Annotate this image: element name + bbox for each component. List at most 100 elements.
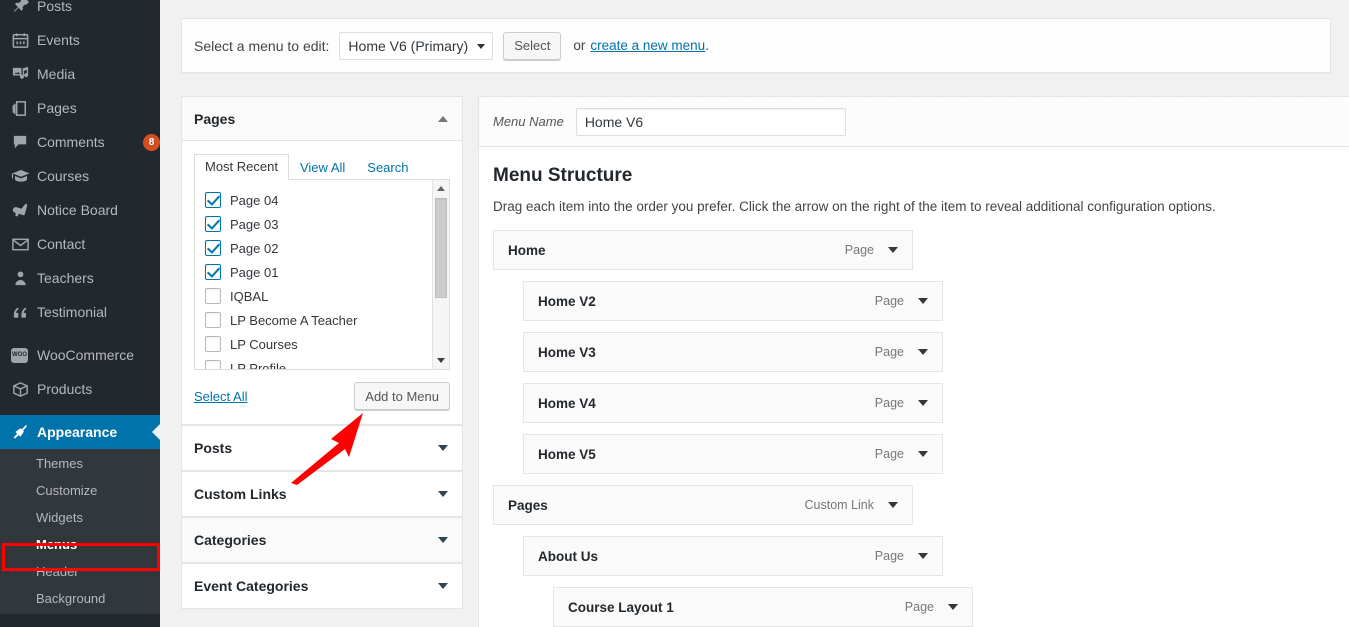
pages-list-scrollbar[interactable] — [432, 180, 449, 369]
sidebar-item-woocommerce[interactable]: WOO WooCommerce — [0, 338, 160, 372]
submenu-item-menus[interactable]: Menus — [0, 531, 160, 558]
submenu-item-widgets[interactable]: Widgets — [0, 504, 160, 531]
submenu-item-header[interactable]: Header — [0, 558, 160, 585]
sidebar-item-pages[interactable]: Pages — [0, 91, 160, 125]
sidebar-item-teachers[interactable]: Teachers — [0, 261, 160, 295]
paintbrush-icon — [11, 422, 37, 442]
categories-accordion-header[interactable]: Categories — [182, 518, 462, 562]
pages-checkbox-list: Page 04 Page 03 Page 02 — [194, 180, 450, 370]
pages-accordion-panel: Pages Most Recent View All Search Page — [181, 96, 463, 425]
tab-view-all[interactable]: View All — [289, 155, 356, 180]
list-item[interactable]: Page 03 — [205, 212, 449, 236]
menu-item-row[interactable]: Home Page — [493, 230, 913, 270]
posts-accordion-header[interactable]: Posts — [182, 426, 462, 470]
checkbox-page-02[interactable] — [205, 240, 221, 256]
list-item[interactable]: Page 04 — [205, 188, 449, 212]
menu-item-row[interactable]: Home V2 Page — [523, 281, 943, 321]
menu-item-title: About Us — [524, 549, 875, 564]
quote-icon — [11, 302, 37, 322]
menu-item-type: Page — [875, 294, 918, 308]
chevron-down-icon[interactable] — [918, 400, 928, 406]
graduation-cap-icon — [11, 166, 37, 186]
chevron-down-icon[interactable] — [438, 537, 448, 543]
menu-item-title: Home V4 — [524, 396, 875, 411]
chevron-down-icon[interactable] — [918, 349, 928, 355]
scroll-up-icon[interactable] — [437, 186, 445, 191]
chevron-down-icon[interactable] — [438, 583, 448, 589]
select-all-link[interactable]: Select All — [194, 389, 247, 404]
chevron-down-icon[interactable] — [888, 247, 898, 253]
sidebar-item-label: Appearance — [37, 424, 160, 440]
pages-accordion-body: Most Recent View All Search Page 04 — [182, 141, 462, 424]
tab-search[interactable]: Search — [356, 155, 419, 180]
custom-links-accordion-header[interactable]: Custom Links — [182, 472, 462, 516]
checkbox-page-04[interactable] — [205, 192, 221, 208]
menu-item-title: Pages — [494, 498, 805, 513]
list-item[interactable]: LP Profile — [205, 356, 449, 370]
chevron-up-icon[interactable] — [438, 116, 448, 122]
posts-accordion-title: Posts — [194, 440, 232, 456]
chevron-down-icon[interactable] — [888, 502, 898, 508]
chevron-down-icon[interactable] — [438, 445, 448, 451]
chevron-down-icon[interactable] — [948, 604, 958, 610]
megaphone-icon — [11, 200, 37, 220]
menu-name-input[interactable] — [576, 108, 846, 136]
checkbox-page-01[interactable] — [205, 264, 221, 280]
list-item-label: Page 01 — [230, 265, 278, 280]
submenu-item-customize[interactable]: Customize — [0, 477, 160, 504]
event-categories-accordion-panel: Event Categories — [181, 563, 463, 609]
menu-item-row[interactable]: Course Layout 1 Page — [553, 587, 973, 627]
list-item[interactable]: LP Become A Teacher — [205, 308, 449, 332]
checkbox-lp-become-a-teacher[interactable] — [205, 312, 221, 328]
submenu-item-background[interactable]: Background — [0, 585, 160, 612]
chevron-down-icon[interactable] — [438, 491, 448, 497]
sidebar-item-testimonial[interactable]: Testimonial — [0, 295, 160, 329]
list-item[interactable]: LP Courses — [205, 332, 449, 356]
chevron-down-icon[interactable] — [918, 553, 928, 559]
sidebar-item-contact[interactable]: Contact — [0, 227, 160, 261]
menu-item-row[interactable]: Pages Custom Link — [493, 485, 913, 525]
create-new-menu-link[interactable]: create a new menu — [590, 38, 705, 53]
categories-accordion-title: Categories — [194, 532, 266, 548]
menu-item-type: Page — [845, 243, 888, 257]
sidebar-item-notice-board[interactable]: Notice Board — [0, 193, 160, 227]
sidebar-item-label: Notice Board — [37, 202, 160, 218]
period-text: . — [705, 38, 709, 53]
menu-item-row[interactable]: Home V5 Page — [523, 434, 943, 474]
add-to-menu-button[interactable]: Add to Menu — [354, 382, 450, 410]
sidebar-item-media[interactable]: Media — [0, 57, 160, 91]
sidebar-item-products[interactable]: Products — [0, 372, 160, 406]
list-item[interactable]: Page 01 — [205, 260, 449, 284]
chevron-down-icon[interactable] — [918, 298, 928, 304]
scroll-down-icon[interactable] — [437, 358, 445, 363]
menu-item-row[interactable]: Home V3 Page — [523, 332, 943, 372]
submenu-item-themes[interactable]: Themes — [0, 450, 160, 477]
sidebar-item-appearance[interactable]: Appearance — [0, 415, 160, 449]
menu-item-row[interactable]: About Us Page — [523, 536, 943, 576]
add-menu-items-column: Pages Most Recent View All Search Page — [181, 96, 463, 609]
woocommerce-icon: WOO — [11, 345, 37, 365]
checkbox-page-03[interactable] — [205, 216, 221, 232]
chevron-down-icon[interactable] — [918, 451, 928, 457]
pages-panel-footer: Select All Add to Menu — [194, 382, 450, 410]
list-item[interactable]: Page 02 — [205, 236, 449, 260]
list-item[interactable]: IQBAL — [205, 284, 449, 308]
checkbox-iqbal[interactable] — [205, 288, 221, 304]
checkbox-lp-courses[interactable] — [205, 336, 221, 352]
menu-item-title: Course Layout 1 — [554, 600, 905, 615]
checkbox-lp-profile[interactable] — [205, 360, 221, 370]
sidebar-item-label: Posts — [37, 0, 160, 14]
pages-accordion-header[interactable]: Pages — [182, 97, 462, 141]
event-categories-accordion-header[interactable]: Event Categories — [182, 564, 462, 608]
event-categories-accordion-title: Event Categories — [194, 578, 308, 594]
tab-most-recent[interactable]: Most Recent — [194, 154, 289, 180]
sidebar-item-courses[interactable]: Courses — [0, 159, 160, 193]
sidebar-item-comments[interactable]: Comments 8 — [0, 125, 160, 159]
sidebar-item-posts[interactable]: Posts — [0, 0, 160, 23]
menu-item-row[interactable]: Home V4 Page — [523, 383, 943, 423]
select-menu-button[interactable]: Select — [503, 32, 561, 60]
scrollbar-thumb[interactable] — [435, 198, 447, 298]
menu-select-dropdown[interactable]: Home V6 (Primary) — [339, 32, 493, 60]
sidebar-item-events[interactable]: Events — [0, 23, 160, 57]
menu-item-title: Home V3 — [524, 345, 875, 360]
